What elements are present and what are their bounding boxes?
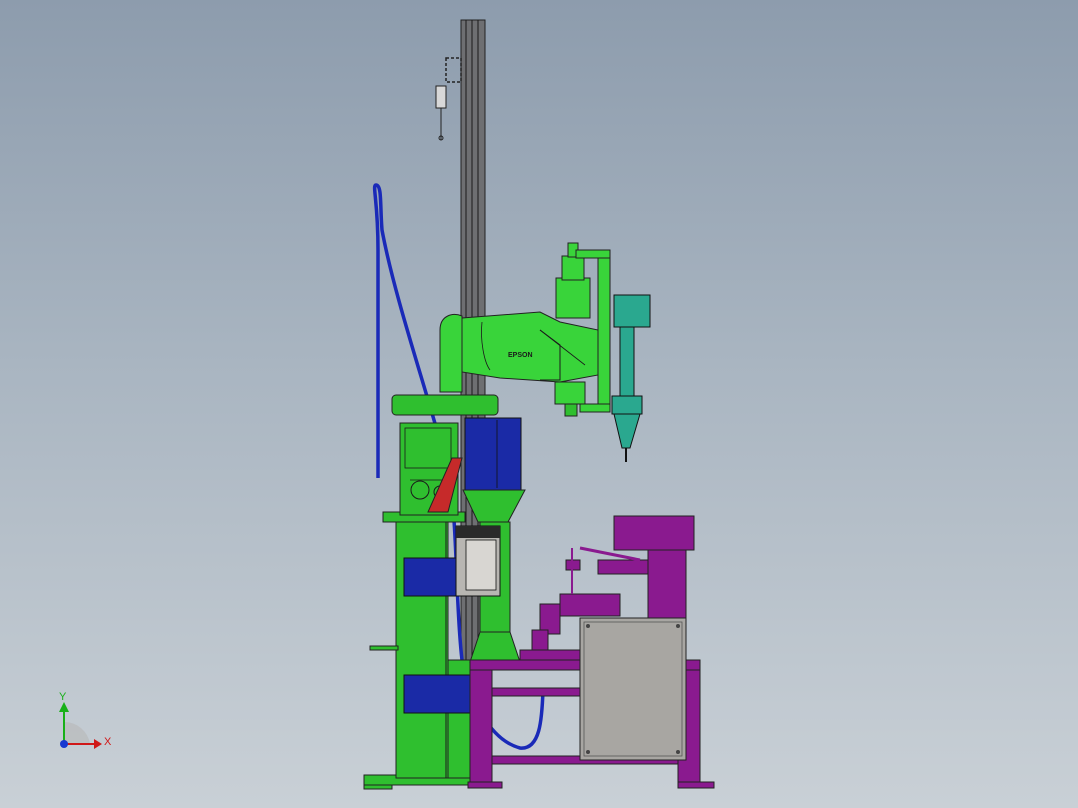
screwdriver-motor[interactable]	[611, 294, 651, 462]
axis-x-arrow	[94, 739, 102, 749]
axis-y-label: Y	[59, 691, 67, 703]
blue-block-mid[interactable]	[403, 557, 463, 597]
axis-y-arrow	[59, 702, 69, 712]
axis-x-label: X	[104, 736, 112, 748]
scara-robot[interactable]: EPSON	[391, 242, 599, 417]
electrical-cabinet[interactable]	[579, 617, 687, 761]
controller-box[interactable]	[455, 525, 501, 597]
cad-assembly-view[interactable]: EPSON X Y	[0, 0, 1078, 808]
cad-viewport[interactable]: EPSON X Y	[0, 0, 1078, 808]
blue-block-lower[interactable]	[403, 674, 471, 714]
axis-z-dot	[60, 740, 68, 748]
blue-control-box-upper[interactable]	[464, 417, 522, 491]
coordinate-triad: X Y	[59, 691, 112, 749]
robot-brand-label: EPSON	[508, 352, 533, 359]
hanging-hook	[435, 57, 462, 141]
